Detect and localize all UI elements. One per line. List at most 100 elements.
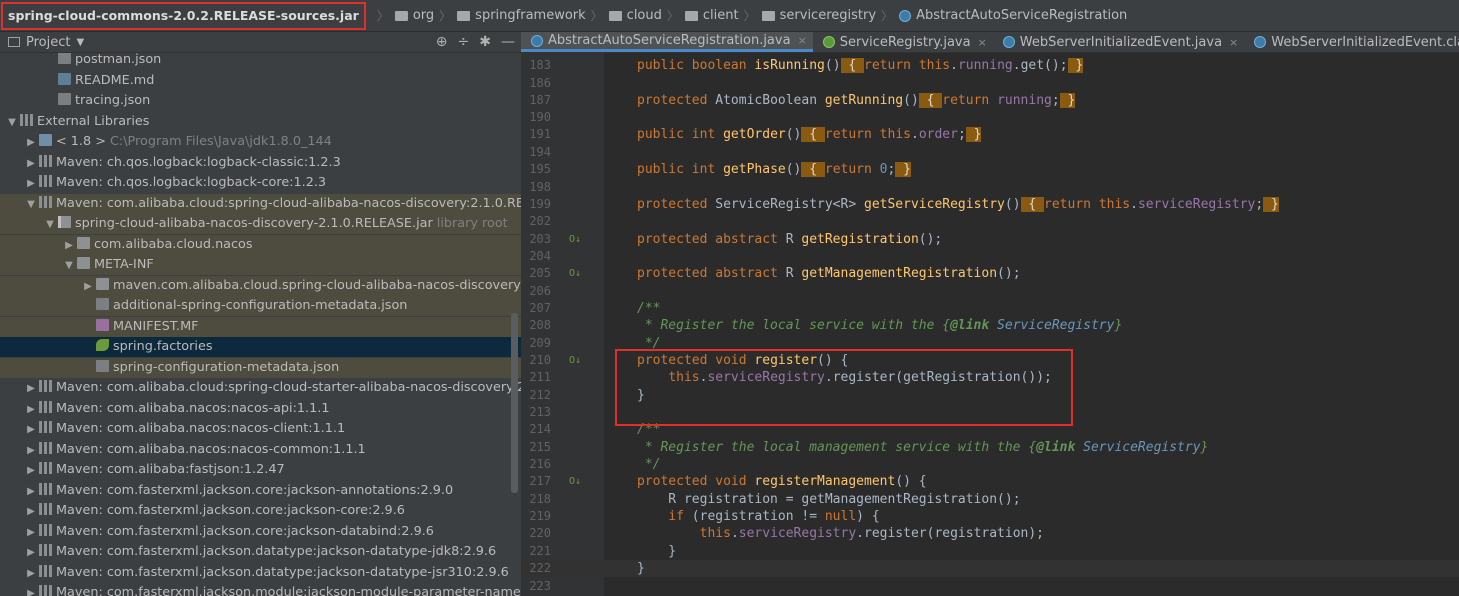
- breadcrumb-item[interactable]: org: [394, 8, 434, 23]
- folded-code-marker[interactable]: {: [918, 93, 943, 108]
- tree-item[interactable]: postman.json: [0, 53, 521, 70]
- collapsed-arrow-icon[interactable]: ▶: [25, 584, 37, 596]
- tree-item[interactable]: MANIFEST.MF: [0, 316, 521, 337]
- collapsed-arrow-icon[interactable]: ▶: [25, 523, 37, 542]
- code-text: protected abstract R getRegistration();: [637, 231, 942, 248]
- line-number: 207: [529, 301, 551, 315]
- folded-code-marker[interactable]: {: [1020, 197, 1045, 212]
- chevron-down-icon: ▼: [76, 36, 85, 48]
- folded-code-marker[interactable]: }: [965, 127, 982, 142]
- tree-item[interactable]: ▶ Maven: com.fasterxml.jackson.core:jacks…: [0, 501, 521, 521]
- target-icon[interactable]: ⊕: [436, 34, 448, 50]
- collapsed-arrow-icon[interactable]: ▶: [25, 379, 37, 398]
- collapsed-arrow-icon[interactable]: ▶: [82, 277, 94, 296]
- editor-tab[interactable]: WebServerInitializedEvent.java ×: [993, 32, 1244, 52]
- code-text: }: [637, 543, 676, 560]
- breadcrumb-item[interactable]: client: [684, 8, 739, 23]
- tree-item[interactable]: ▶ Maven: com.alibaba.nacos:nacos-common:1…: [0, 440, 521, 460]
- close-icon[interactable]: ×: [1229, 36, 1238, 49]
- tree-item[interactable]: ▼ META-INF: [0, 255, 521, 275]
- collapsed-arrow-icon[interactable]: ▶: [25, 502, 37, 521]
- collapsed-arrow-icon[interactable]: ▶: [25, 564, 37, 583]
- folded-code-marker[interactable]: }: [1263, 197, 1279, 212]
- implements-method-icon[interactable]: O↓: [569, 265, 581, 282]
- implements-method-icon[interactable]: O↓: [569, 352, 581, 369]
- tree-item[interactable]: ▶ Maven: com.alibaba.nacos:nacos-api:1.1.…: [0, 399, 521, 419]
- tree-item-hint: C:\Program Files\Java\jdk1.8.0_144: [110, 134, 332, 149]
- code-token: registerManagement: [754, 474, 896, 489]
- tree-item[interactable]: ▼ Maven: com.alibaba.cloud:spring-cloud-a…: [0, 193, 521, 214]
- tree-item[interactable]: ▼ spring-cloud-alibaba-nacos-discovery-2.…: [0, 214, 521, 234]
- folded-code-marker[interactable]: }: [1067, 58, 1084, 73]
- tree-item[interactable]: ▶ Maven: ch.qos.logback:logback-core:1.2.…: [0, 173, 521, 193]
- tree-item[interactable]: ▶ Maven: com.fasterxml.jackson.datatype:j…: [0, 542, 521, 562]
- breadcrumb-item[interactable]: springframework: [457, 8, 586, 23]
- expanded-arrow-icon[interactable]: ▼: [25, 195, 37, 214]
- folded-code-marker[interactable]: }: [1059, 93, 1076, 108]
- tree-item[interactable]: ▶ com.alibaba.cloud.nacos: [0, 234, 521, 255]
- editor-tab[interactable]: WebServerInitializedEvent.class×: [1244, 32, 1459, 52]
- code-token: ;: [1051, 93, 1060, 108]
- code-token: .: [1130, 197, 1138, 212]
- folded-code-marker[interactable]: {: [840, 58, 865, 73]
- tree-item[interactable]: spring.factories: [0, 337, 521, 357]
- collapsed-arrow-icon[interactable]: ▶: [25, 133, 37, 152]
- collapsed-arrow-icon[interactable]: ▶: [25, 441, 37, 460]
- breadcrumb-separator: 〉: [743, 9, 756, 23]
- collapsed-arrow-icon[interactable]: ▶: [25, 174, 37, 193]
- tree-item[interactable]: ▶ < 1.8 > C:\Program Files\Java\jdk1.8.0_…: [0, 132, 521, 152]
- breadcrumb-item[interactable]: cloud: [608, 8, 662, 23]
- tree-item[interactable]: ▶ Maven: ch.qos.logback:logback-classic:1…: [0, 153, 521, 173]
- collapsed-arrow-icon[interactable]: ▶: [25, 154, 37, 173]
- tree-item[interactable]: ▶ Maven: com.alibaba.nacos:nacos-client:1…: [0, 419, 521, 439]
- code-token: public: [637, 58, 692, 73]
- breadcrumb-jar[interactable]: spring-cloud-commons-2.0.2.RELEASE-sourc…: [1, 1, 366, 30]
- expanded-arrow-icon[interactable]: ▼: [44, 215, 56, 234]
- expanded-arrow-icon[interactable]: ▼: [63, 256, 75, 275]
- expanded-arrow-icon[interactable]: ▼: [6, 113, 18, 132]
- tree-item[interactable]: ▼ External Libraries: [0, 112, 521, 132]
- breadcrumb-current-class[interactable]: AbstractAutoServiceRegistration: [899, 8, 1127, 23]
- collapsed-arrow-icon[interactable]: ▶: [25, 482, 37, 501]
- collapsed-arrow-icon[interactable]: ▶: [25, 461, 37, 480]
- breadcrumb-separator: 〉: [666, 9, 679, 23]
- project-tree[interactable]: ▶ Maven: com.fasterxml.jackson.module:jac…: [0, 53, 521, 596]
- collapse-icon[interactable]: ÷: [458, 34, 470, 50]
- code-line: 202: [521, 213, 1459, 230]
- code-text: /**: [637, 300, 660, 317]
- collapsed-arrow-icon[interactable]: ▶: [63, 236, 75, 255]
- tree-item[interactable]: ▶ Maven: com.fasterxml.jackson.datatype:j…: [0, 563, 521, 583]
- code-token: /**: [637, 422, 661, 437]
- tree-item[interactable]: spring-configuration-metadata.json: [0, 357, 521, 378]
- tree-item[interactable]: ▶ Maven: com.fasterxml.jackson.module:jac…: [0, 583, 521, 596]
- implements-method-icon[interactable]: O↓: [569, 473, 581, 490]
- tree-item[interactable]: additional-spring-configuration-metadata…: [0, 296, 521, 316]
- tree-item[interactable]: README.md: [0, 71, 521, 91]
- line-number: 194: [529, 145, 551, 159]
- editor-tab[interactable]: AbstractAutoServiceRegistration.java ×: [521, 32, 813, 52]
- editor-tab[interactable]: ServiceRegistry.java ×: [813, 32, 993, 52]
- collapsed-arrow-icon[interactable]: ▶: [25, 543, 37, 562]
- collapsed-arrow-icon[interactable]: ▶: [25, 420, 37, 439]
- folded-code-marker[interactable]: }: [895, 162, 911, 177]
- tree-item[interactable]: ▶ Maven: com.fasterxml.jackson.core:jacks…: [0, 481, 521, 501]
- tree-item[interactable]: ▶ maven.com.alibaba.cloud.spring-cloud-al…: [0, 275, 521, 296]
- folded-code-marker[interactable]: {: [801, 162, 825, 177]
- tree-item[interactable]: ▶ Maven: com.alibaba.cloud:spring-cloud-s…: [0, 378, 521, 398]
- close-icon[interactable]: ×: [978, 36, 987, 49]
- library-icon: [39, 544, 52, 556]
- project-view-selector[interactable]: Project ▼: [8, 35, 84, 50]
- code-editor[interactable]: 183 public boolean isRunning() { return t…: [521, 53, 1459, 596]
- implements-method-icon[interactable]: O↓: [569, 231, 581, 248]
- minimize-icon[interactable]: —: [501, 34, 515, 50]
- collapsed-arrow-icon[interactable]: ▶: [25, 400, 37, 419]
- tree-item[interactable]: ▶ Maven: com.alibaba:fastjson:1.2.47: [0, 460, 521, 480]
- close-icon[interactable]: ×: [798, 34, 807, 47]
- folded-code-marker[interactable]: {: [801, 127, 825, 142]
- tree-item[interactable]: tracing.json: [0, 91, 521, 111]
- breadcrumb-item[interactable]: serviceregistry: [761, 8, 876, 23]
- tree-scrollbar[interactable]: [511, 313, 518, 493]
- tree-item[interactable]: ▶ Maven: com.fasterxml.jackson.core:jacks…: [0, 522, 521, 542]
- jdk-icon: [39, 134, 52, 146]
- gear-icon[interactable]: ✱: [479, 34, 491, 50]
